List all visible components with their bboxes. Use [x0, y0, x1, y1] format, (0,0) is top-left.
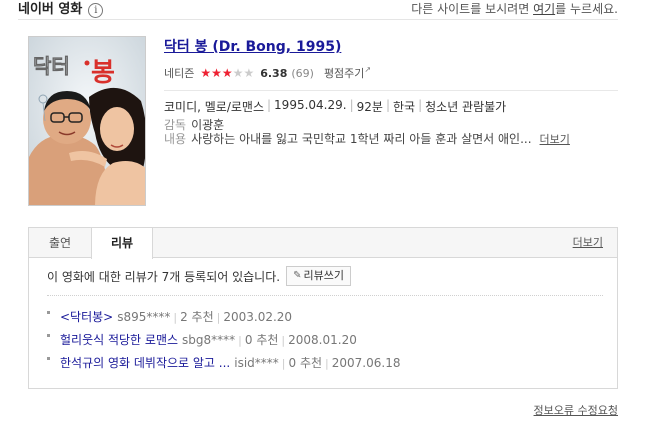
report-error-link[interactable]: 정보오류 수정요청 — [534, 402, 618, 418]
list-item: 헐리웃식 적당한 로맨스 sbg8**** | 0 추천 | 2008.01.20 — [47, 329, 607, 352]
meta-separator: | — [267, 98, 272, 112]
info-icon[interactable]: i — [88, 2, 104, 18]
rating-row: 네티즌 ★ ★ ★ ★ ★ 6.38 (69) 평점주기↗ — [164, 64, 371, 82]
review-list: <닥터봉> s895**** | 2 추천 | 2003.02.20 헐리웃식 적당… — [47, 306, 607, 375]
review-recommend: 0 추천 — [244, 333, 279, 347]
svg-text:닥터: 닥터 — [33, 54, 70, 78]
movie-country: 한국 — [392, 100, 416, 114]
review-user: s895**** — [117, 310, 171, 324]
external-link-icon: ↗ — [364, 65, 372, 74]
review-date: 2007.06.18 — [331, 356, 401, 370]
movie-meta: 코미디, 멜로/로맨스 | 1995.04.29. | 92분 | 한국 | 청소년 관… — [164, 98, 506, 115]
review-divider — [47, 295, 603, 296]
review-user: isid**** — [234, 356, 279, 370]
svg-text:봉: 봉 — [91, 58, 115, 88]
review-title-link[interactable]: <닥터봉> — [60, 309, 113, 326]
write-review-button[interactable]: ✎ 리뷰쓰기 — [286, 266, 351, 286]
bullet-icon — [47, 357, 50, 360]
synopsis-row: 내용 사랑하는 아내를 잃고 국민학교 1학년 짜리 아들 훈과 살면서 애인..… — [164, 130, 570, 147]
pencil-icon: ✎ — [293, 270, 302, 281]
bullet-icon — [47, 311, 50, 314]
star-filled-icon: ★ — [211, 66, 222, 80]
rating-score: 6.38 — [260, 66, 288, 80]
meta-separator: | — [418, 98, 423, 112]
review-separator: | — [325, 357, 329, 370]
page-title-text: 네이버 영화 — [18, 2, 83, 17]
star-filled-icon: ★ — [200, 66, 212, 80]
meta-separator: | — [385, 98, 390, 112]
site-switch-note: 다른 사이트를 보시려면 여기를 누르세요. — [411, 0, 618, 20]
synopsis-label: 내용 — [164, 132, 187, 146]
review-separator: | — [281, 334, 286, 347]
review-recommend: 0 추천 — [288, 356, 323, 370]
review-separator: | — [173, 311, 178, 324]
write-review-label: 리뷰쓰기 — [303, 269, 344, 282]
review-separator: | — [281, 357, 286, 370]
movie-release-date: 1995.04.29. — [274, 98, 347, 112]
review-title-link[interactable]: 한석규의 영화 데뷔작으로 알고 ... — [60, 355, 230, 372]
rate-movie-label: 평점주기 — [323, 67, 365, 80]
tab-bar: 출연 리뷰 더보기 — [29, 228, 617, 259]
review-count-text: 이 영화에 대한 리뷰가 7개 등록되어 있습니다. — [47, 269, 281, 284]
movie-genre: 코미디, 멜로/로맨스 — [164, 100, 264, 114]
star-empty-icon: ★ — [243, 66, 255, 80]
list-item: <닥터봉> s895**** | 2 추천 | 2003.02.20 — [47, 306, 607, 329]
tab-cast[interactable]: 출연 — [29, 228, 91, 258]
review-panel: 출연 리뷰 더보기 이 영화에 대한 리뷰가 7개 등록되어 있습니다. ✎ 리… — [28, 227, 618, 389]
review-separator: | — [238, 334, 242, 347]
site-switch-suffix: 를 누르세요. — [555, 2, 618, 16]
info-divider — [164, 90, 618, 91]
rate-movie-link[interactable]: 평점주기↗ — [324, 65, 371, 81]
tab-review[interactable]: 리뷰 — [91, 228, 153, 259]
synopsis-text: 사랑하는 아내를 잃고 국민학교 1학년 짜리 아들 훈과 살면서 애인... — [191, 132, 532, 146]
rating-label: 네티즌 — [164, 67, 195, 80]
site-switch-link[interactable]: 여기 — [533, 2, 555, 16]
bullet-icon — [47, 334, 50, 337]
review-user: sbg8**** — [182, 333, 236, 347]
review-summary: 이 영화에 대한 리뷰가 7개 등록되어 있습니다. ✎ 리뷰쓰기 — [47, 266, 351, 286]
review-separator: | — [216, 311, 221, 324]
poster-image: 닥터 봉 — [29, 37, 145, 205]
movie-poster[interactable]: 닥터 봉 — [28, 36, 146, 206]
review-recommend: 2 추천 — [180, 310, 214, 324]
review-title-link[interactable]: 헐리웃식 적당한 로맨스 — [60, 332, 178, 349]
tab-more-link[interactable]: 더보기 — [573, 228, 603, 258]
synopsis-more-link[interactable]: 더보기 — [540, 133, 570, 146]
site-switch-prefix: 다른 사이트를 보시려면 — [411, 2, 534, 16]
movie-age-rating: 청소년 관람불가 — [425, 100, 507, 114]
star-empty-icon: ★ — [232, 66, 244, 80]
movie-title-link[interactable]: 닥터 봉 (Dr. Bong, 1995) — [164, 36, 341, 56]
list-item: 한석규의 영화 데뷔작으로 알고 ... isid**** | 0 추천 | 200… — [47, 352, 607, 375]
meta-separator: | — [349, 98, 354, 112]
star-filled-icon: ★ — [221, 66, 233, 80]
page-title: 네이버 영화 i — [18, 0, 104, 20]
rating-stars: ★ ★ ★ ★ ★ — [200, 67, 254, 79]
header-divider — [18, 19, 618, 20]
review-date: 2003.02.20 — [223, 310, 293, 324]
rating-count: (69) — [291, 66, 314, 80]
review-date: 2008.01.20 — [288, 333, 357, 347]
movie-runtime: 92분 — [356, 100, 383, 114]
